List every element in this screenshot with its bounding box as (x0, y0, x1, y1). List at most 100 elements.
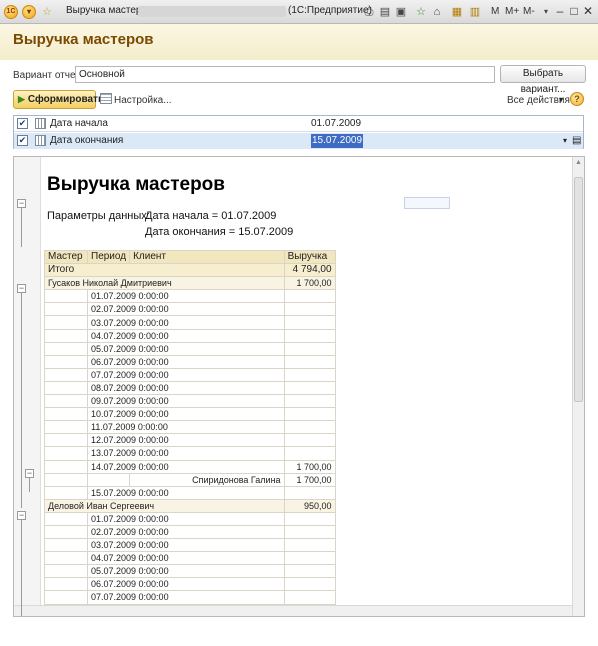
table-row: 05.07.2009 0:00:00 (44, 564, 336, 579)
table-row: 13.07.2009 0:00:00 (44, 446, 336, 461)
report-table: Мастер Период Клиент Выручка Итого 4 794… (44, 249, 336, 605)
calendar-icon (35, 135, 46, 146)
revenue-cell (283, 394, 336, 409)
help-icon[interactable]: ? (570, 92, 584, 106)
revenue-cell (283, 577, 336, 592)
table-row: 06.07.2009 0:00:00 (44, 577, 336, 592)
period-cell: 06.07.2009 0:00:00 (87, 354, 285, 369)
revenue-cell (283, 302, 336, 317)
period-cell: 05.07.2009 0:00:00 (87, 564, 285, 579)
table-row: 01.07.2009 0:00:00 (44, 511, 336, 526)
master-row: Гусаков Николай Дмитриевич 1 700,00 (44, 276, 336, 291)
checkbox[interactable]: ✔ (17, 118, 28, 129)
revenue-cell (283, 420, 336, 435)
client-cell: Спиридонова Галина (129, 472, 285, 487)
period-cell: 01.07.2009 0:00:00 (87, 289, 285, 304)
table-row: 07.07.2009 0:00:00 (44, 367, 336, 382)
revenue-cell (283, 354, 336, 369)
settings-row[interactable]: ✔ Дата окончания 15.07.2009 ▾ ▤ (14, 133, 583, 149)
master-name: Гусаков Николай Дмитриевич (44, 276, 285, 291)
table-row: 02.07.2009 0:00:00 (44, 524, 336, 540)
chevron-down-icon[interactable]: ▾ (559, 95, 563, 104)
chevron-down-icon[interactable]: ▾ (563, 133, 567, 149)
report-edit-field[interactable] (404, 197, 450, 209)
table-row: 04.07.2009 0:00:00 (44, 328, 336, 343)
report-area[interactable]: ▲ − − − − Выручка мастеров Параметры дан… (13, 156, 585, 617)
column-header: Период (86, 249, 131, 265)
table-row: 10.07.2009 0:00:00 (44, 407, 336, 422)
link-icon[interactable]: ⌂ (430, 5, 444, 19)
add-favorite-icon[interactable]: ☆ (414, 5, 428, 19)
setting-value-selected[interactable]: 15.07.2009 (311, 134, 364, 148)
generate-button[interactable]: ▶ Сформировать (13, 90, 104, 109)
period-cell: 04.07.2009 0:00:00 (87, 551, 285, 566)
save-icon[interactable]: ▣ (394, 5, 408, 19)
settings-icon[interactable] (100, 93, 112, 104)
revenue-cell (283, 289, 336, 304)
app-logo-icon[interactable]: 1C (4, 5, 18, 19)
table-row: 02.07.2009 0:00:00 (44, 302, 336, 317)
revenue-cell (283, 590, 336, 605)
period-cell: 02.07.2009 0:00:00 (87, 524, 285, 540)
calendar-icon (35, 118, 46, 129)
chevron-down-icon[interactable]: ▾ (539, 5, 553, 19)
choose-variant-button[interactable]: Выбрать вариант... (500, 65, 586, 95)
collapse-group-icon[interactable]: − (17, 199, 26, 208)
revenue-cell (283, 485, 336, 500)
revenue-cell (283, 433, 336, 448)
report-title: Выручка мастеров (47, 174, 225, 195)
table-row: 03.07.2009 0:00:00 (44, 538, 336, 553)
redacted-title-area (138, 6, 286, 17)
collapse-group-icon[interactable]: − (17, 284, 26, 293)
memory-button[interactable]: M (491, 6, 499, 17)
revenue-cell (283, 315, 336, 330)
total-label: Итого (44, 263, 285, 278)
form-title: Выручка мастеров (13, 31, 154, 48)
revenue-cell: 950,00 (283, 498, 336, 513)
revenue-cell (283, 551, 336, 566)
column-header: Выручка (283, 249, 336, 265)
play-icon: ▶ (18, 94, 25, 104)
revenue-cell: 1 700,00 (283, 276, 336, 291)
collapse-group-icon[interactable]: − (17, 511, 26, 520)
revenue-cell (283, 524, 336, 540)
close-button[interactable]: ✕ (580, 3, 596, 19)
favorite-star-icon[interactable]: ☆ (40, 5, 54, 19)
revenue-cell (283, 511, 336, 526)
select-list-icon[interactable]: ▤ (572, 133, 581, 149)
memory-plus-button[interactable]: M+ (505, 6, 519, 17)
period-cell: 02.07.2009 0:00:00 (87, 302, 285, 317)
memory-minus-button[interactable]: M- (523, 6, 535, 17)
vertical-scrollbar[interactable]: ▲ (572, 157, 584, 616)
revenue-cell (283, 328, 336, 343)
calculator-icon[interactable]: ▦ (450, 5, 464, 19)
calendar-icon[interactable]: ▥ (468, 5, 482, 19)
period-cell: 09.07.2009 0:00:00 (87, 394, 285, 409)
period-cell: 06.07.2009 0:00:00 (87, 577, 285, 592)
settings-button[interactable]: Настройка... (114, 95, 172, 106)
revenue-cell (283, 341, 336, 356)
table-row: 01.07.2009 0:00:00 (44, 289, 336, 304)
window-app-name: (1С:Предприятие) (288, 5, 372, 16)
print-icon[interactable]: ⎙ (362, 5, 376, 19)
horizontal-scrollbar[interactable] (14, 605, 572, 616)
period-cell: 15.07.2009 0:00:00 (87, 485, 285, 500)
table-row: 15.07.2009 0:00:00 (44, 485, 336, 500)
period-cell: 12.07.2009 0:00:00 (87, 433, 285, 448)
main-menu-icon[interactable]: ▾ (22, 5, 36, 19)
variant-field[interactable]: Основной (75, 66, 495, 83)
revenue-cell (283, 407, 336, 422)
table-row: 04.07.2009 0:00:00 (44, 551, 336, 566)
collapse-group-icon[interactable]: − (25, 469, 34, 478)
period-cell: 01.07.2009 0:00:00 (87, 511, 285, 526)
param-end: Дата окончания = 15.07.2009 (145, 226, 294, 238)
params-label: Параметры данных: (47, 210, 150, 222)
column-header: Клиент (129, 249, 285, 265)
settings-row[interactable]: ✔ Дата начала 01.07.2009 (14, 116, 583, 132)
preview-icon[interactable]: ▤ (378, 5, 392, 19)
setting-name: Дата окончания (50, 135, 124, 146)
table-row: 03.07.2009 0:00:00 (44, 315, 336, 330)
checkbox[interactable]: ✔ (17, 135, 28, 146)
setting-value[interactable]: 01.07.2009 (311, 116, 361, 132)
table-row: 14.07.2009 0:00:00 1 700,00 (44, 459, 336, 474)
